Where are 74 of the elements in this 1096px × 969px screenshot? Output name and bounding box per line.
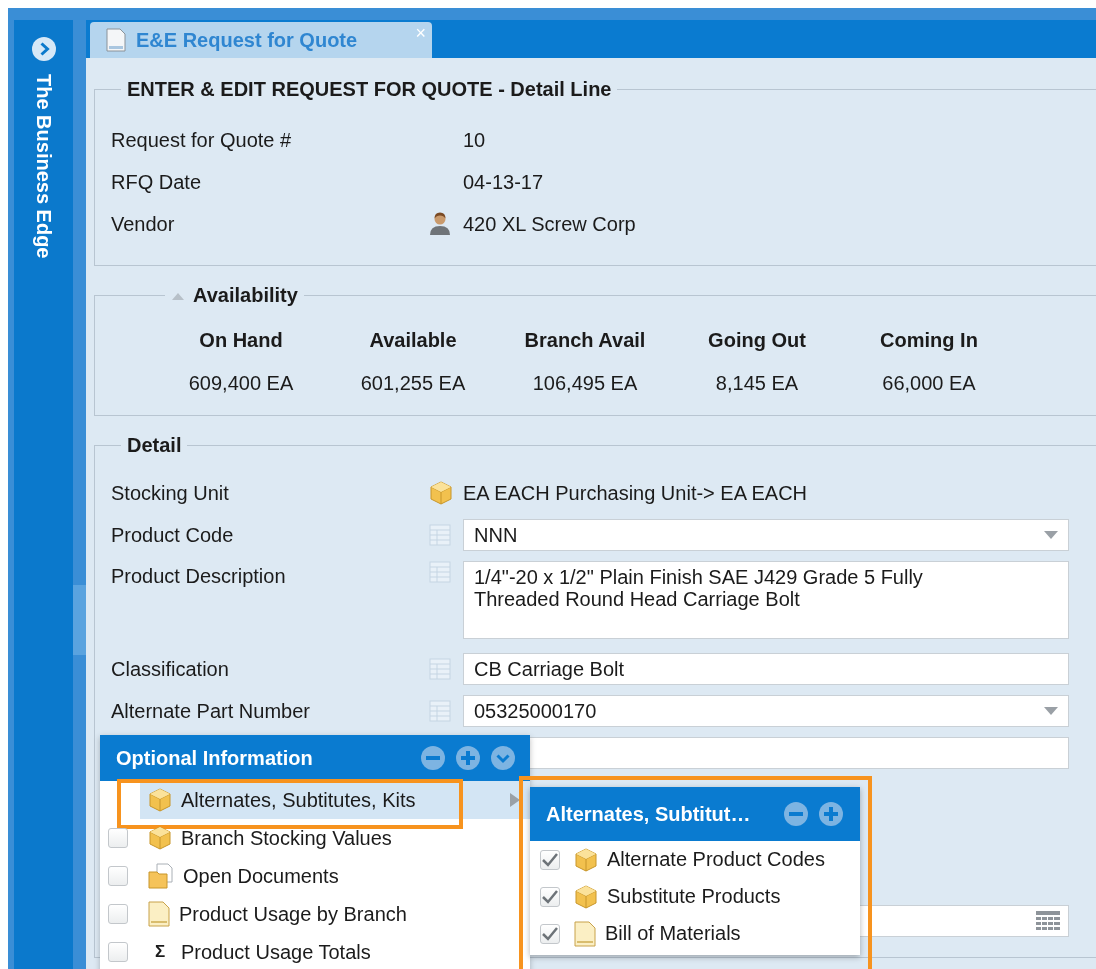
column-header: Coming In xyxy=(880,329,978,352)
text-field[interactable]: CB Carriage Bolt xyxy=(463,653,1069,685)
submenu-arrow-icon xyxy=(510,793,520,807)
field-value: EA EACH Purchasing Unit-> EA EACH xyxy=(463,481,809,505)
sum-icon: Σ xyxy=(148,942,172,962)
tab-label: E&E Request for Quote xyxy=(136,28,358,52)
chevron-right-icon[interactable] xyxy=(30,36,57,62)
quantity-value: 601,255 EA xyxy=(360,372,466,395)
folder-icon xyxy=(148,863,174,889)
column-header: Going Out xyxy=(708,329,806,352)
menu-item[interactable]: Alternate Product Codes xyxy=(568,847,860,872)
section-title: ENTER & EDIT REQUEST FOR QUOTE - Detail Line xyxy=(126,78,613,101)
field-label: Request for Quote # xyxy=(111,128,293,152)
field-label: Vendor xyxy=(111,212,176,236)
checkbox[interactable] xyxy=(540,923,560,944)
box-icon xyxy=(574,884,598,909)
checkbox[interactable] xyxy=(108,904,128,924)
menu-item[interactable]: Substitute Products xyxy=(568,884,860,909)
field-label: Product Code xyxy=(111,523,234,546)
box-icon xyxy=(574,847,598,872)
field-value: 420 XL Screw Corp xyxy=(463,212,637,236)
field-value: 04-13-17 xyxy=(463,170,545,194)
field-label: Stocking Unit xyxy=(111,481,229,504)
menu-item[interactable]: Open Documents xyxy=(140,857,530,895)
textarea-field[interactable]: 1/4"-20 x 1/2" Plain Finish SAE J429 Grade 5 Fully Threaded Round Head Carriage Bolt xyxy=(463,561,1069,639)
column-header: Branch Avail xyxy=(524,329,646,352)
menu-title: Alternates, Subtitut… xyxy=(546,802,752,826)
section-title: Availability xyxy=(193,284,298,307)
document-icon xyxy=(148,901,170,927)
box-icon xyxy=(429,481,453,505)
table-icon[interactable] xyxy=(429,700,451,722)
field-label: Classification xyxy=(111,657,229,680)
table-icon[interactable] xyxy=(429,561,451,583)
caret-icon[interactable] xyxy=(1044,531,1058,539)
collapse-all-icon[interactable] xyxy=(783,801,809,827)
field-label: Product Description xyxy=(111,565,286,587)
quantity-value: 66,000 EA xyxy=(882,372,976,395)
expand-all-icon[interactable] xyxy=(455,745,481,771)
menu-item[interactable]: Branch Stocking Values xyxy=(140,819,530,857)
box-icon xyxy=(148,788,172,812)
expand-all-icon[interactable] xyxy=(818,801,844,827)
column-header: On Hand xyxy=(199,329,283,352)
person-icon xyxy=(429,212,451,236)
grid-icon[interactable] xyxy=(1036,911,1060,931)
section-title: Detail xyxy=(126,434,183,457)
menu-item[interactable]: Σ Product Usage Totals xyxy=(140,933,530,969)
collapse-all-icon[interactable] xyxy=(420,745,446,771)
caret-icon[interactable] xyxy=(1044,707,1058,715)
menu-item[interactable]: Alternates, Subtitutes, Kits xyxy=(140,781,530,819)
checkbox[interactable] xyxy=(108,866,128,886)
table-icon[interactable] xyxy=(429,524,451,546)
document-icon xyxy=(574,920,596,947)
checkbox[interactable] xyxy=(540,886,560,907)
quantity-value: 8,145 EA xyxy=(715,372,799,395)
quantity-value: 609,400 EA xyxy=(188,372,294,395)
column-header: Available xyxy=(369,329,457,352)
table-icon[interactable] xyxy=(429,658,451,680)
checkbox[interactable] xyxy=(108,828,128,848)
chevron-down-icon[interactable] xyxy=(490,745,516,771)
quantity-value: 106,495 EA xyxy=(532,372,638,395)
dropdown-field[interactable]: 05325000170 xyxy=(463,695,1069,727)
menu-item[interactable]: Bill of Materials xyxy=(568,920,860,947)
dropdown-field[interactable]: NNN xyxy=(463,519,1069,551)
document-icon xyxy=(106,28,126,52)
field-value: 10 xyxy=(463,128,487,152)
menu-item[interactable]: Product Usage by Branch xyxy=(140,895,530,933)
checkbox[interactable] xyxy=(108,942,128,962)
splitter-handle[interactable] xyxy=(73,585,86,655)
sidebar-title: The Business Edge xyxy=(32,74,55,259)
checkbox[interactable] xyxy=(540,849,560,870)
field-label: RFQ Date xyxy=(111,170,203,194)
field-label: Alternate Part Number xyxy=(111,699,310,722)
box-icon xyxy=(148,826,172,850)
menu-title: Optional Information xyxy=(116,746,314,770)
